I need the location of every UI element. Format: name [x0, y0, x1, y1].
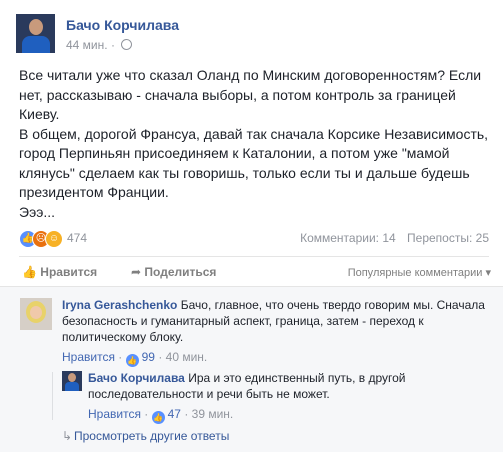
avatar-body — [22, 36, 50, 53]
avatar-head — [29, 19, 43, 35]
avatar-head — [68, 373, 76, 382]
reply-like-count[interactable]: 47 — [168, 407, 181, 421]
like-button-label: Нравится — [40, 265, 98, 279]
comment-like-link[interactable]: Нравится — [62, 350, 115, 364]
comment-time[interactable]: 40 мин. — [166, 350, 208, 364]
commenter-name[interactable]: Iryna Gerashchenko — [62, 298, 177, 312]
comments-section: Iryna Gerashchenko Бачо, главное, что оч… — [0, 286, 503, 452]
divider — [19, 256, 489, 257]
caret-down-icon: ▾ — [485, 267, 491, 279]
author-name[interactable]: Бачо Корчилава — [66, 17, 179, 33]
view-more-replies-link[interactable]: ↳ Просмотреть другие ответы — [62, 429, 229, 443]
thumbs-up-icon: 👍 — [22, 265, 37, 279]
author-avatar[interactable] — [16, 14, 55, 53]
view-more-replies-label: Просмотреть другие ответы — [74, 429, 230, 443]
post-paragraph: Эээ... — [19, 203, 56, 220]
reply-time[interactable]: 39 мин. — [192, 407, 234, 421]
comment-like-count[interactable]: 99 — [142, 350, 155, 364]
comment-sort-dropdown[interactable]: Популярные комментарии ▾ — [348, 266, 491, 279]
post-paragraph: В общем, дорогой Франсуа, давай так снач… — [19, 125, 489, 201]
reply-like-link[interactable]: Нравится — [88, 407, 141, 421]
facebook-post: Бачо Корчилава 44 мин. · Все читали уже … — [0, 0, 503, 452]
avatar-face — [30, 306, 42, 319]
reply-arrow-icon: ↳ — [62, 429, 73, 443]
post-text: Все читали уже что сказал Оланд по Минск… — [19, 66, 494, 222]
share-button[interactable]: ➦ Поделиться — [131, 265, 216, 279]
reply-meta: Нравится · 👍 47 · 39 мин. — [88, 407, 234, 424]
like-count-icon: 👍 — [151, 411, 165, 424]
comment-body: Iryna Gerashchenko Бачо, главное, что оч… — [62, 297, 487, 345]
reply-thread-line — [52, 372, 53, 420]
sort-label: Популярные комментарии — [347, 267, 483, 279]
like-count-icon: 👍 — [125, 354, 139, 367]
shares-count[interactable]: Перепосты: 25 — [407, 231, 489, 245]
reaction-count[interactable]: 474 — [67, 231, 87, 245]
comment-meta: Нравится · 👍 99 · 40 мин. — [62, 350, 208, 367]
haha-reaction-icon: ☺ — [45, 230, 63, 248]
avatar-body — [65, 382, 79, 391]
share-button-label: Поделиться — [144, 265, 217, 279]
commenter-avatar[interactable] — [20, 298, 52, 330]
post-stats: Комментарии: 14 Перепосты: 25 — [292, 231, 489, 245]
post-time[interactable]: 44 мин. — [66, 38, 108, 52]
like-button[interactable]: 👍 Нравится — [22, 265, 97, 279]
reply-author-name[interactable]: Бачо Корчилава — [88, 371, 185, 385]
share-arrow-icon: ➦ — [131, 265, 142, 279]
globe-icon[interactable] — [121, 39, 133, 50]
reply-body: Бачо Корчилава Ира и это единственный пу… — [88, 370, 488, 402]
comments-count[interactable]: Комментарии: 14 — [300, 231, 396, 245]
post-paragraph: Все читали уже что сказал Оланд по Минск… — [19, 67, 482, 122]
reply-avatar[interactable] — [62, 371, 82, 391]
post-meta: 44 мин. · — [66, 38, 133, 52]
